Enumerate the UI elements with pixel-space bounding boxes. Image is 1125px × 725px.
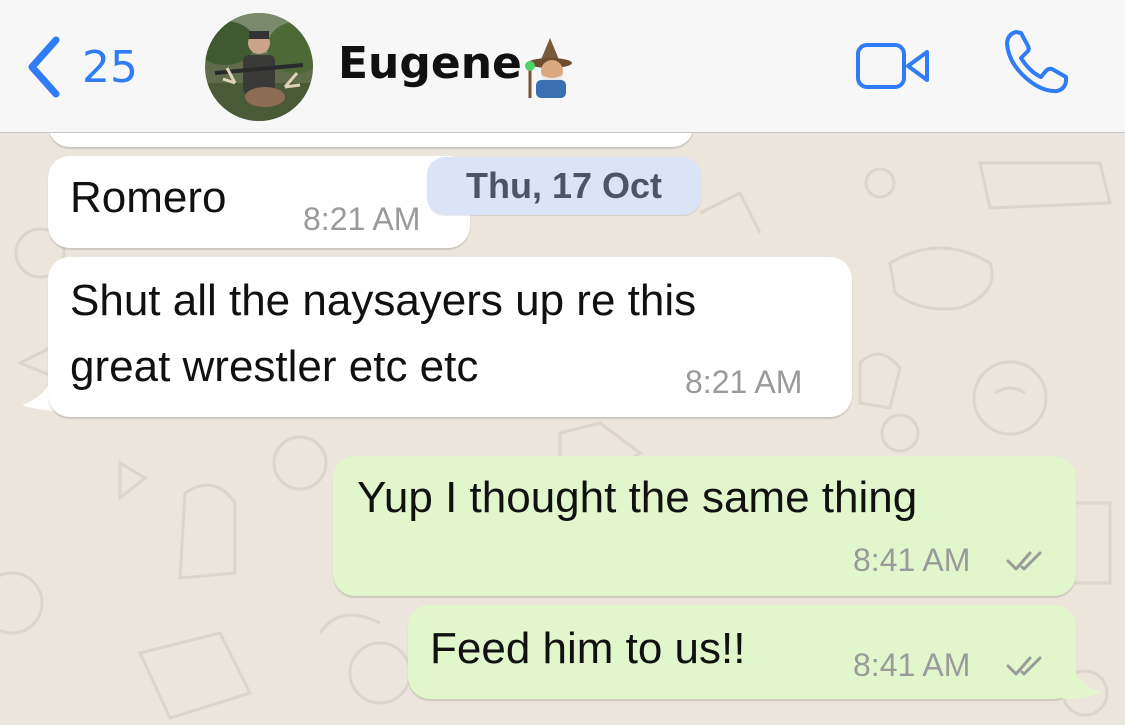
video-camera-icon: [856, 43, 929, 89]
video-call-button[interactable]: [855, 42, 931, 90]
chat-area[interactable]: Romero 8:21 AM Thu, 17 Oct Shut all the …: [0, 133, 1125, 725]
message-text: Yup I thought the same thing: [357, 473, 918, 522]
message-text: Romero: [70, 173, 227, 222]
message-bubble-incoming[interactable]: Romero 8:21 AM: [48, 156, 470, 248]
message-time: 8:21 AM: [685, 364, 803, 400]
message-bubble-previous[interactable]: [48, 133, 694, 147]
chevron-left-icon: [28, 36, 60, 98]
message-time: 8:41 AM: [853, 647, 971, 683]
message-bubble-outgoing[interactable]: Yup I thought the same thing 8:41 AM: [333, 456, 1076, 596]
message-time: 8:41 AM: [853, 542, 971, 578]
message-text-line-2: great wrestler etc etc: [70, 342, 479, 391]
message-bubble-incoming[interactable]: Shut all the naysayers up re this great …: [48, 257, 852, 417]
voice-call-button[interactable]: [1002, 28, 1070, 96]
message-time: 8:21 AM: [303, 201, 421, 237]
date-separator: Thu, 17 Oct: [427, 157, 701, 215]
message-text-line-1: Shut all the naysayers up re this: [70, 276, 697, 325]
wizard-emoji-icon: [525, 38, 572, 98]
chat-header: 25 Eugene: [0, 0, 1125, 133]
message-bubble-outgoing[interactable]: Feed him to us!! 8:41 AM: [408, 605, 1076, 699]
contact-name[interactable]: Eugene: [338, 38, 522, 89]
unread-count: 25: [82, 41, 138, 93]
double-check-icon: [1006, 551, 1042, 571]
double-check-icon: [1006, 656, 1042, 676]
avatar[interactable]: [205, 13, 313, 121]
bubble-tail: [1062, 669, 1102, 699]
back-button[interactable]: 25: [24, 34, 164, 100]
message-text: Feed him to us!!: [430, 624, 746, 673]
phone-icon: [1005, 30, 1068, 94]
